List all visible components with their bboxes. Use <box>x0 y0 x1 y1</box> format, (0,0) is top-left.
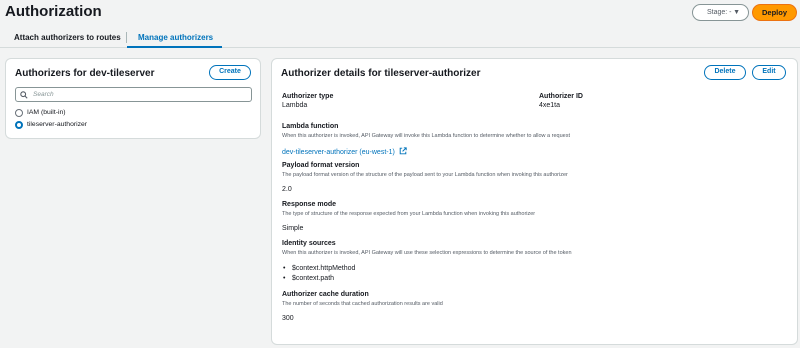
external-link-icon <box>399 147 407 155</box>
search-placeholder: Search <box>33 91 54 98</box>
lambda-function-link-text[interactable]: dev-tileserver-authorizer (eu-west-1) <box>282 149 395 156</box>
payload-format-value: 2.0 <box>282 186 292 193</box>
deploy-button[interactable]: Deploy <box>752 4 797 21</box>
tab-manage-authorizers[interactable]: Manage authorizers <box>138 33 213 42</box>
cache-duration-value: 300 <box>282 315 294 322</box>
authorizer-option-label: IAM (built-in) <box>27 109 66 116</box>
response-mode-label: Response mode <box>282 201 337 208</box>
caret-down-icon: ▼ <box>733 9 740 16</box>
response-mode-value: Simple <box>282 225 304 232</box>
delete-button[interactable]: Delete <box>704 65 746 80</box>
lambda-function-link[interactable]: dev-tileserver-authorizer (eu-west-1) <box>282 147 407 156</box>
response-mode-description: The type of structure of the response ex… <box>282 211 536 217</box>
payload-format-description: The payload format version of the struct… <box>282 172 568 178</box>
stage-select[interactable]: Stage: - ▼ <box>692 4 749 21</box>
authorizers-list-panel: Authorizers for dev-tileserver Create Se… <box>5 58 261 139</box>
tab-divider <box>126 32 127 43</box>
authorizer-option-label: tileserver-authorizer <box>27 121 88 128</box>
radio-button[interactable] <box>15 109 23 117</box>
lambda-function-label: Lambda function <box>282 123 339 130</box>
edit-button[interactable]: Edit <box>752 65 786 80</box>
lambda-function-description: When this authorizer is invoked, API Gat… <box>282 133 570 139</box>
active-tab-indicator <box>127 46 222 48</box>
identity-sources-label: Identity sources <box>282 240 336 247</box>
search-input[interactable]: Search <box>15 87 252 102</box>
tab-bar: Attach authorizers to routes Manage auth… <box>0 28 800 48</box>
authorizer-type-label: Authorizer type <box>282 93 334 100</box>
stage-select-label: Stage: - <box>707 9 732 16</box>
page-title: Authorization <box>5 3 102 20</box>
identity-sources-description: When this authorizer is invoked, API Gat… <box>282 250 572 256</box>
authorizers-list-title: Authorizers for dev-tileserver <box>15 68 155 79</box>
authorizer-type-value: Lambda <box>282 102 308 109</box>
cache-duration-description: The number of seconds that cached author… <box>282 301 443 307</box>
search-icon <box>20 91 28 99</box>
authorizer-id-label: Authorizer ID <box>539 93 583 100</box>
tab-attach-authorizers[interactable]: Attach authorizers to routes <box>14 33 121 42</box>
authorizer-id-value: 4xe1ta <box>539 102 561 109</box>
radio-button-selected[interactable] <box>15 121 23 129</box>
payload-format-label: Payload format version <box>282 162 360 169</box>
authorizer-details-title: Authorizer details for tileserver-author… <box>281 68 481 79</box>
authorizer-details-panel: Authorizer details for tileserver-author… <box>271 58 798 345</box>
identity-source-item: $context.path <box>283 275 334 282</box>
identity-source-item: $context.httpMethod <box>283 265 356 272</box>
create-button[interactable]: Create <box>209 65 251 80</box>
cache-duration-label: Authorizer cache duration <box>282 291 369 298</box>
